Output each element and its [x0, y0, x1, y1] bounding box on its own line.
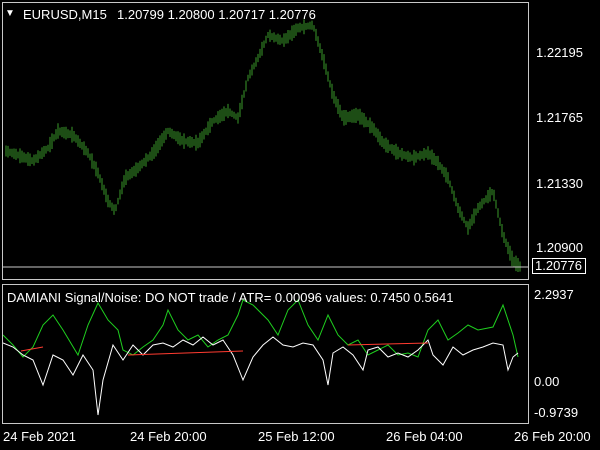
time-tick-5: 26 Feb 20:00	[514, 429, 591, 444]
indicator-panel[interactable]: DAMIANI Signal/Noise: DO NOT trade / ATR…	[2, 284, 529, 424]
symbol-label: EURUSD,M15	[23, 7, 107, 22]
indicator-tick-max: 2.2937	[534, 287, 574, 302]
ohlc-values: 1.20799 1.20800 1.20717 1.20776	[117, 7, 316, 22]
price-tick-3: 1.21330	[536, 176, 583, 191]
price-chart-panel[interactable]: ▼ EURUSD,M15 1.20799 1.20800 1.20717 1.2…	[2, 2, 529, 280]
indicator-lines	[3, 299, 519, 416]
indicator-tick-min: -0.9739	[534, 405, 579, 420]
time-tick-1: 24 Feb 2021	[3, 429, 77, 444]
indicator-tick-zero: 0.00	[534, 374, 560, 389]
time-tick-4: 26 Feb 04:00	[386, 429, 463, 444]
current-price-label: 1.20776	[532, 258, 586, 274]
price-candles	[3, 19, 528, 273]
price-tick-1: 1.22195	[536, 45, 583, 60]
down-triangle-icon[interactable]: ▼	[5, 7, 15, 21]
price-tick-2: 1.21765	[536, 110, 583, 125]
price-tick-4: 1.20900	[536, 240, 583, 255]
indicator-label: DAMIANI Signal/Noise: DO NOT trade / ATR…	[7, 290, 454, 305]
time-tick-2: 24 Feb 20:00	[130, 429, 207, 444]
time-tick-3: 25 Feb 12:00	[258, 429, 335, 444]
